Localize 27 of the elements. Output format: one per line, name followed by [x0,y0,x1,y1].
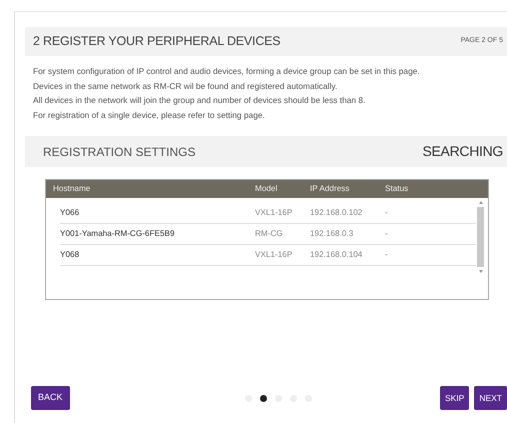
table-cell-text: 192.168.0.3 [310,228,354,240]
next-button[interactable]: NEXT [474,386,507,410]
section-title: REGISTRATION SETTINGS [43,144,196,160]
skip-button[interactable]: SKIP [440,386,470,410]
page-dot[interactable] [260,394,267,402]
table-cell-text: Y066 [60,206,80,219]
table-cell-text: 192.168.0.102 [310,206,364,219]
table-cell-text: - [385,206,389,219]
back-button[interactable]: BACK [31,386,70,410]
table-cell-text: - [385,248,389,261]
column-header: IP Address [310,182,350,195]
description-line: All devices in the network will join the group and number of devices should be less than 8. [33,94,366,107]
table-cell-text: Y001-Yamaha-RM-CG-6FE5B9 [60,228,176,240]
description-line: For system configuration of IP control and audio devices, forming a device group can be set in this page. [33,65,421,78]
column-header: Model [255,182,278,195]
table-cell-text: VXL1-16P [255,248,294,261]
description-line: For registration of a single device, please refer to setting page. [33,108,266,122]
description-line: Devices in the same network as RM-CR wil be found and registered automatically. [33,80,338,93]
column-header: Status [385,182,410,195]
table-cell-text: Y068 [60,248,80,261]
table-cell-text: VXL1-16P [255,206,294,219]
page-title: 2 REGISTER YOUR PERIPHERAL DEVICES [33,33,280,50]
table-cell-text: 192.168.0.104 [310,248,364,261]
column-header: Hostname [52,182,92,195]
table-cell-text: - [385,228,389,240]
search-status: SEARCHING [422,142,503,161]
table-cell-text: RM-CG [255,228,284,240]
